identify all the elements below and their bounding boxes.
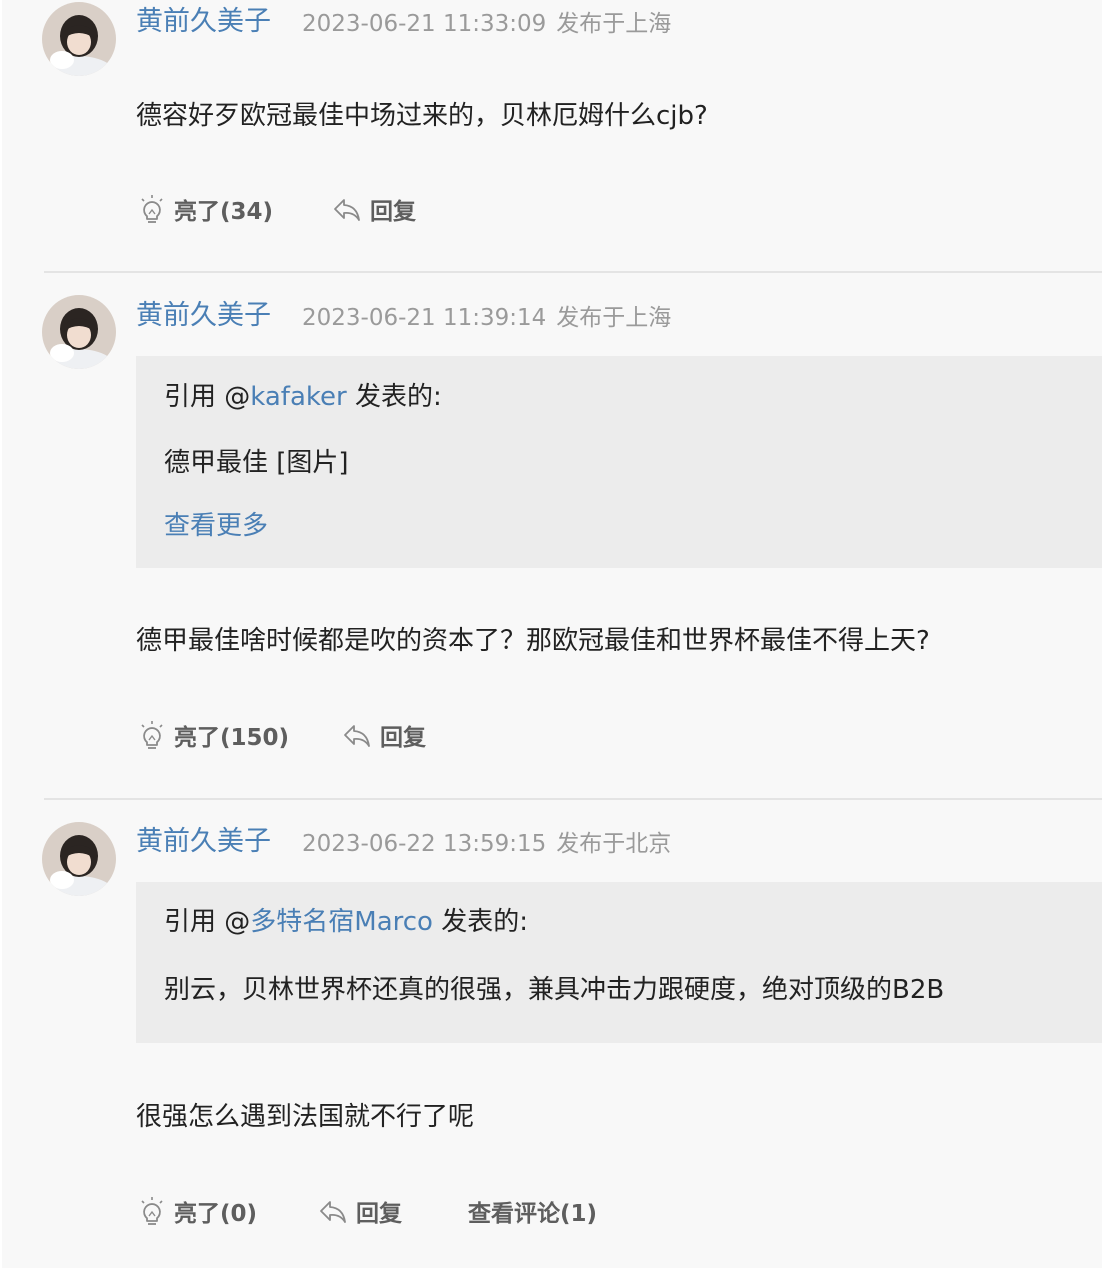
quote-suffix: 发表的: (346, 382, 442, 412)
lightbulb-icon (141, 195, 163, 223)
reply-label: 回复 (380, 725, 426, 751)
lightbulb-icon (141, 721, 163, 749)
quote-text: 别云，贝林世界杯还真的很强，兼具冲击力跟硬度，绝对顶级的B2B (164, 975, 945, 1005)
avatar[interactable] (42, 2, 116, 76)
author-name[interactable]: 黄前久美子 (136, 824, 271, 860)
lightbulb-icon (141, 1197, 163, 1225)
post-time: 2023-06-22 13:59:15 (302, 831, 547, 857)
post-location: 发布于上海 (556, 11, 672, 37)
post-time: 2023-06-21 11:39:14 (302, 305, 547, 331)
view-comments-button[interactable]: 查看评论(1) (468, 1193, 597, 1229)
quote-block: 引用 @多特名宿Marco 发表的: 别云，贝林世界杯还真的很强，兼具冲击力跟硬… (136, 882, 1102, 1043)
post-time: 2023-06-21 11:33:09 (302, 11, 547, 37)
reply-button[interactable]: 回复 (318, 1193, 402, 1229)
reply-arrow-icon (320, 1201, 346, 1223)
comment-item: 黄前久美子 2023-06-21 11:33:09 发布于上海 德容好歹欧冠最佳中… (2, 0, 1102, 271)
reply-button[interactable]: 回复 (342, 717, 426, 753)
post-meta: 2023-06-22 13:59:15 发布于北京 (302, 826, 671, 862)
post-meta: 2023-06-21 11:33:09 发布于上海 (302, 6, 671, 42)
comment-item: 黄前久美子 2023-06-21 11:39:14 发布于上海 引用 @kafak… (2, 273, 1102, 798)
like-button[interactable]: 亮了(150) (138, 717, 289, 753)
quote-block: 引用 @kafaker 发表的: 德甲最佳 [图片] 查看更多 (136, 356, 1102, 568)
like-count-label: 亮了(0) (174, 1201, 258, 1227)
like-button[interactable]: 亮了(34) (138, 191, 273, 227)
comment-item: 黄前久美子 2023-06-22 13:59:15 发布于北京 引用 @多特名宿M… (2, 800, 1102, 1268)
reply-arrow-icon (344, 725, 370, 747)
reply-label: 回复 (356, 1201, 402, 1227)
quote-header: 引用 @多特名宿Marco 发表的: (164, 905, 528, 939)
reply-arrow-icon (334, 199, 360, 221)
view-more-link[interactable]: 查看更多 (164, 509, 268, 543)
comment-text: 德容好歹欧冠最佳中场过来的，贝林厄姆什么cjb? (136, 101, 708, 131)
avatar-image (42, 295, 116, 369)
avatar[interactable] (42, 822, 116, 896)
author-name[interactable]: 黄前久美子 (136, 4, 271, 40)
post-meta: 2023-06-21 11:39:14 发布于上海 (302, 300, 671, 336)
like-count-label: 亮了(150) (174, 725, 290, 751)
author-name[interactable]: 黄前久美子 (136, 298, 271, 334)
view-comments-label: 查看评论(1) (468, 1201, 598, 1227)
quoted-user-link[interactable]: 多特名宿Marco (250, 907, 433, 937)
avatar-image (42, 2, 116, 76)
like-button[interactable]: 亮了(0) (138, 1193, 257, 1229)
post-location: 发布于上海 (556, 305, 672, 331)
quote-header: 引用 @kafaker 发表的: (164, 380, 442, 414)
quote-prefix: 引用 @ (164, 382, 251, 412)
quoted-user-link[interactable]: kafaker (250, 382, 346, 412)
quote-prefix: 引用 @ (164, 907, 251, 937)
comment-text: 德甲最佳啥时候都是吹的资本了？那欧冠最佳和世界杯最佳不得上天? (136, 626, 930, 656)
comment-text: 很强怎么遇到法国就不行了呢 (136, 1102, 475, 1132)
post-location: 发布于北京 (556, 831, 672, 857)
avatar-image (42, 822, 116, 896)
quote-suffix: 发表的: (432, 907, 528, 937)
comment-list: 黄前久美子 2023-06-21 11:33:09 发布于上海 德容好歹欧冠最佳中… (2, 0, 1102, 1268)
reply-button[interactable]: 回复 (332, 191, 416, 227)
quote-text: 德甲最佳 [图片] (164, 448, 349, 478)
avatar[interactable] (42, 295, 116, 369)
reply-label: 回复 (370, 199, 416, 225)
like-count-label: 亮了(34) (174, 199, 274, 225)
